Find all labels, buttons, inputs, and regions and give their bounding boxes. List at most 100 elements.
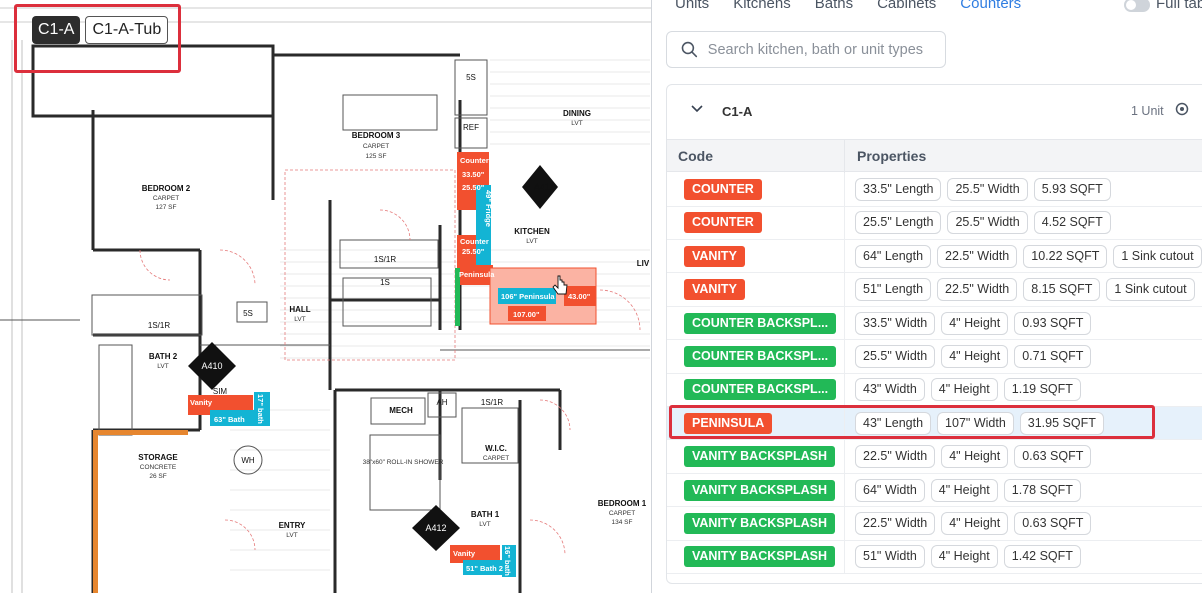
room-bedroom3: BEDROOM 3 [352, 131, 401, 140]
room-living: LIV [637, 259, 650, 268]
marker-a411-label: A411 [534, 182, 554, 192]
unit-group-header[interactable]: C1-A 1 Unit [667, 85, 1202, 139]
table-row[interactable]: COUNTER 25.5" Length 25.5" Width 4.52 SQFT [667, 206, 1202, 240]
svg-text:LVT: LVT [157, 363, 168, 370]
code-badge: VANITY BACKSPLASH [684, 546, 835, 568]
unit-group-card: C1-A 1 Unit Code Properties COUNTER 33.5"… [666, 84, 1202, 584]
svg-text:5S: 5S [243, 309, 253, 318]
property-chip: 4" Height [930, 378, 998, 402]
code-badge: COUNTER BACKSPL... [684, 312, 837, 334]
property-chip: 64" Length [855, 244, 932, 268]
table-row[interactable]: COUNTER BACKSPL... 25.5" Width 4" Height 0.… [667, 340, 1202, 374]
svg-text:CARPET: CARPET [363, 143, 389, 150]
room-bath2: BATH 2 [149, 352, 178, 361]
code-badge: VANITY [684, 279, 745, 301]
column-code: Code [678, 148, 713, 164]
code-badge: COUNTER [684, 179, 762, 200]
table-row[interactable]: VANITY BACKSPLASH 22.5" Width 4" Height 0.6… [667, 507, 1202, 541]
property-chip: 0.63 SQFT [1014, 445, 1092, 469]
code-badge: COUNTER [684, 212, 762, 234]
unit-group-name: C1-A [722, 104, 753, 119]
property-chip: 4" Height [941, 311, 1009, 335]
svg-text:1S/1R: 1S/1R [481, 398, 503, 407]
room-entry: ENTRY [279, 521, 306, 530]
code-badge: VANITY BACKSPLASH [684, 513, 835, 534]
property-chip: 22.5" Width [937, 244, 1018, 268]
property-chip: 0.71 SQFT [1014, 345, 1092, 368]
property-chips: 51" Width 4" Height 1.42 SQFT [855, 545, 1081, 569]
property-chips: 51" Length 22.5" Width 8.15 SQFT 1 Sink cut… [855, 278, 1195, 302]
plan-tab-c1a-tub[interactable]: C1-A-Tub [85, 16, 169, 44]
property-chip: 51" Length [855, 278, 932, 302]
svg-text:127 SF: 127 SF [156, 204, 177, 211]
svg-text:1S/1R: 1S/1R [374, 255, 396, 264]
property-chip: 25.5" Length [855, 211, 942, 235]
table-row[interactable]: VANITY 51" Length 22.5" Width 8.15 SQFT 1 Si… [667, 273, 1202, 307]
property-chip: 0.63 SQFT [1014, 512, 1092, 535]
svg-text:CARPET: CARPET [609, 510, 635, 517]
overlay-counter-a-len: 33.50" [462, 170, 485, 179]
code-badge: VANITY [684, 245, 745, 267]
property-chip: 0.93 SQFT [1014, 311, 1092, 335]
overlay-counter-b-len: 25.50" [462, 247, 485, 256]
table-row[interactable]: VANITY BACKSPLASH 51" Width 4" Height 1.42 … [667, 540, 1202, 574]
table-row[interactable]: COUNTER 33.5" Length 25.5" Width 5.93 SQFT [667, 173, 1202, 207]
overlay-counter-a-w: 25.50" [462, 183, 485, 192]
room-wic: W.I.C. [485, 444, 507, 453]
search-input[interactable] [707, 41, 945, 58]
property-chip: 5.93 SQFT [1033, 178, 1111, 201]
full-table-label: Full tab [1156, 0, 1202, 12]
property-chip: 22.5" Width [937, 278, 1018, 302]
overlay-counter-a: Counter [460, 156, 489, 165]
property-chip: 1.42 SQFT [1003, 545, 1081, 569]
property-chips: 25.5" Width 4" Height 0.71 SQFT [855, 345, 1092, 368]
property-chip: 1.78 SQFT [1003, 478, 1081, 502]
svg-text:CARPET: CARPET [483, 455, 509, 462]
property-chip: 4.52 SQFT [1033, 211, 1111, 235]
tab-cabinets[interactable]: Cabinets [877, 0, 936, 15]
svg-text:CONCRETE: CONCRETE [140, 464, 177, 471]
table-row[interactable]: VANITY 64" Length 22.5" Width 10.22 SQFT 1 S… [667, 239, 1202, 274]
tab-counters[interactable]: Counters [960, 0, 1021, 15]
table-row[interactable]: VANITY BACKSPLASH 22.5" Width 4" Height 0.6… [667, 440, 1202, 474]
table-row[interactable]: COUNTER BACKSPL... 33.5" Width 4" Height 0.… [667, 306, 1202, 341]
search-field[interactable] [666, 31, 946, 68]
chevron-down-icon[interactable] [691, 105, 703, 113]
selected-row-highlight-box [669, 405, 1155, 439]
full-table-toggle[interactable] [1124, 0, 1150, 12]
property-chip: 25.5" Width [947, 178, 1028, 201]
table-row[interactable]: VANITY BACKSPLASH 64" Width 4" Height 1.78 … [667, 473, 1202, 508]
counter-overlays[interactable] [188, 152, 597, 577]
locate-icon[interactable] [1175, 102, 1189, 116]
overlay-peninsula-width: 107.00" [513, 310, 540, 319]
tab-units[interactable]: Units [675, 0, 709, 15]
svg-text:CARPET: CARPET [153, 195, 179, 202]
column-properties: Properties [857, 148, 927, 164]
plan-variant-tabs: C1-A C1-A-Tub [32, 16, 169, 44]
search-icon [681, 41, 698, 58]
floor-plan-drawing[interactable]: Counter 33.50" 25.50" Counter 25.50" Pen… [0, 0, 652, 593]
svg-text:LVT: LVT [294, 316, 305, 323]
floor-plan-viewer[interactable]: Counter 33.50" 25.50" Counter 25.50" Pen… [0, 0, 652, 593]
unit-count: 1 Unit [1131, 104, 1164, 118]
plan-tab-c1a[interactable]: C1-A [32, 16, 81, 44]
property-chip: 4" Height [941, 512, 1009, 535]
property-chip: 22.5" Width [855, 445, 936, 469]
marker-a410-label: A410 [201, 361, 222, 371]
room-mech: MECH [389, 406, 413, 415]
property-chips: 43" Width 4" Height 1.19 SQFT [855, 378, 1081, 402]
room-storage: STORAGE [138, 453, 178, 462]
property-chip: 43" Width [855, 378, 925, 402]
svg-text:125 SF: 125 SF [366, 153, 387, 160]
table-row[interactable]: COUNTER BACKSPL... 43" Width 4" Height 1.19… [667, 373, 1202, 407]
svg-text:REF: REF [463, 123, 479, 132]
tab-baths[interactable]: Baths [815, 0, 853, 15]
property-chip: 33.5" Width [855, 311, 936, 335]
tab-kitchens[interactable]: Kitchens [733, 0, 791, 15]
room-kitchen: KITCHEN [514, 227, 550, 236]
overlay-vanity: Vanity [190, 398, 213, 407]
room-hall: HALL [289, 305, 310, 314]
svg-text:26 SF: 26 SF [149, 473, 166, 480]
property-chip: 1 Sink cutout [1113, 244, 1202, 268]
property-chip: 4" Height [941, 345, 1009, 368]
